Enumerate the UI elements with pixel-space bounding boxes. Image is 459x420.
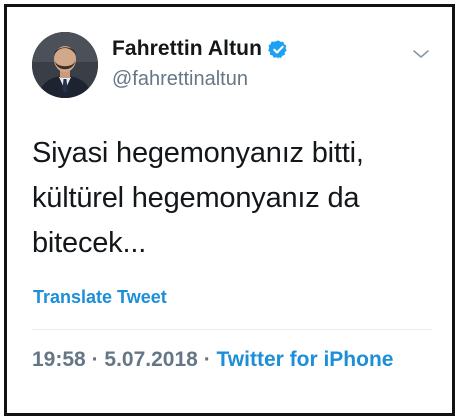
tweet-text: Siyasi hegemonyanız bitti, kültürel hege… (32, 137, 364, 259)
author-name-row[interactable]: Fahrettin Altun (112, 37, 289, 61)
tweet-card: Fahrettin Altun @fahrettinaltun Siyasi h… (4, 4, 455, 416)
tweet-date[interactable]: 5.07.2018 (104, 348, 197, 371)
chevron-down-icon[interactable] (411, 47, 431, 61)
tweet-source-link[interactable]: Twitter for iPhone (217, 348, 394, 371)
author-handle[interactable]: @fahrettinaltun (112, 68, 248, 91)
translate-tweet-link[interactable]: Translate Tweet (33, 287, 167, 308)
tweet-metadata: 19:58 · 5.07.2018 · Twitter for iPhone (32, 345, 412, 375)
avatar-photo (32, 32, 98, 98)
meta-separator: · (91, 348, 99, 371)
author-display-name[interactable]: Fahrettin Altun (112, 37, 262, 61)
tweet-time[interactable]: 19:58 (32, 348, 86, 371)
meta-separator: · (203, 348, 211, 371)
divider (32, 329, 432, 330)
author-avatar[interactable] (32, 32, 98, 98)
verified-badge-icon (268, 39, 289, 60)
